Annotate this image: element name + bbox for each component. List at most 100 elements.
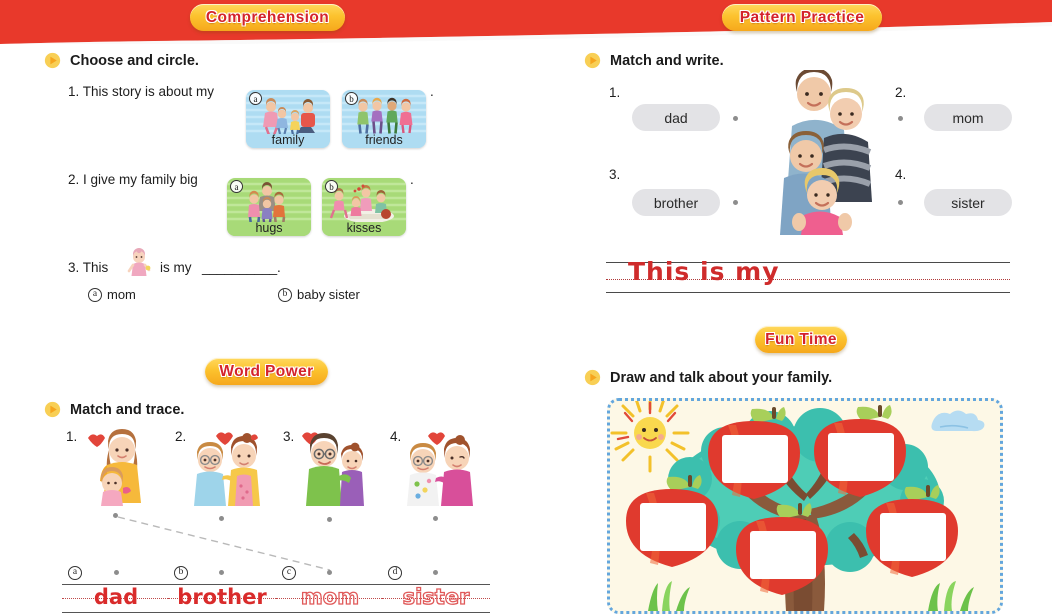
trace-letter-d-glyph: d bbox=[388, 566, 402, 580]
choice-card-kisses[interactable]: b kisses bbox=[322, 178, 406, 236]
banner-word-power-label: Word Power bbox=[219, 362, 314, 380]
choice-badge-a: a bbox=[249, 92, 262, 105]
choice-label-family: family bbox=[271, 133, 305, 147]
choice-badge-b: b bbox=[325, 180, 338, 193]
pp-dot-2[interactable] bbox=[898, 116, 903, 121]
worksheet-page: Comprehension Choose and circle. 1. This… bbox=[0, 0, 1052, 614]
question-2-text: 2. I give my family big bbox=[68, 172, 198, 187]
trace-word-dad: dad bbox=[93, 585, 139, 609]
trace-word-brother: brother bbox=[177, 585, 267, 609]
pp-pill-sister-label: sister bbox=[951, 194, 985, 211]
wp-dot-3[interactable] bbox=[327, 517, 332, 522]
pp-number-3: 3. bbox=[609, 167, 621, 182]
choice-label-hugs: hugs bbox=[255, 221, 283, 235]
choice-card-friends[interactable]: b friends bbox=[342, 90, 426, 148]
wp-number-1: 1. bbox=[66, 429, 78, 444]
instruction-label: Match and trace. bbox=[70, 401, 185, 418]
trace-letter-d: d bbox=[388, 566, 402, 580]
question-3-prompt-start: 3. This bbox=[68, 260, 109, 275]
family-tree-drawing-area[interactable] bbox=[607, 398, 1003, 614]
pp-pill-mom[interactable]: mom bbox=[924, 104, 1012, 131]
option-3b-label: baby sister bbox=[297, 287, 360, 302]
trace-letter-c: c bbox=[282, 566, 296, 580]
wp-illustration-boy-and-mother bbox=[407, 432, 473, 506]
pp-number-2: 2. bbox=[895, 85, 907, 100]
choice-badge-b: b bbox=[345, 92, 358, 105]
pp-pill-mom-label: mom bbox=[952, 109, 984, 126]
pp-dot-4[interactable] bbox=[898, 200, 903, 205]
question-3-period: . bbox=[277, 260, 281, 275]
pp-pill-dad-label: dad bbox=[664, 109, 688, 126]
pp-dot-1[interactable] bbox=[733, 116, 738, 121]
wp-number-4: 4. bbox=[390, 429, 402, 444]
trace-cell-sister[interactable]: sister bbox=[382, 584, 490, 614]
triangle-bullet-icon bbox=[44, 52, 61, 69]
choice-badge-a: a bbox=[230, 180, 243, 193]
banner-pattern-practice-label: Pattern Practice bbox=[739, 8, 865, 26]
pp-pill-sister[interactable]: sister bbox=[924, 189, 1012, 216]
instruction-match-and-trace: Match and trace. bbox=[44, 401, 184, 418]
pp-pill-dad[interactable]: dad bbox=[632, 104, 720, 131]
wp-number-3: 3. bbox=[283, 429, 295, 444]
choice-card-hugs[interactable]: a hugs bbox=[227, 178, 311, 236]
option-3a[interactable]: a mom bbox=[88, 287, 136, 302]
question-1-text: 1. This story is about my bbox=[68, 84, 215, 99]
pp-number-1: 1. bbox=[609, 85, 621, 100]
baby-sister-figure-icon bbox=[127, 248, 151, 276]
instruction-choose-and-circle: Choose and circle. bbox=[44, 52, 199, 69]
option-3a-letter: a bbox=[88, 287, 102, 302]
choice-label-kisses: kisses bbox=[346, 221, 382, 235]
wp-dot-4[interactable] bbox=[433, 516, 438, 521]
choice-card-family[interactable]: a family bbox=[246, 90, 330, 148]
option-3b[interactable]: b baby sister bbox=[278, 287, 360, 302]
trace-letter-c-glyph: c bbox=[282, 566, 296, 580]
banner-comprehension: Comprehension bbox=[190, 4, 345, 31]
pp-number-4: 4. bbox=[895, 167, 907, 182]
pp-pill-brother-label: brother bbox=[653, 194, 699, 211]
trace-dot-c[interactable] bbox=[327, 570, 332, 575]
family-photo bbox=[762, 70, 874, 235]
top-red-band bbox=[0, 0, 1052, 44]
triangle-bullet-icon bbox=[584, 369, 601, 386]
triangle-bullet-icon bbox=[584, 52, 601, 69]
trace-letter-a: a bbox=[68, 566, 82, 580]
handwriting-text: This is my bbox=[628, 257, 780, 286]
apple-tree-illustration bbox=[610, 401, 1000, 611]
trace-letter-b-glyph: b bbox=[174, 566, 188, 580]
handwriting-line-block[interactable]: This is my bbox=[606, 257, 1010, 296]
banner-word-power: Word Power bbox=[205, 358, 328, 385]
pp-pill-brother[interactable]: brother bbox=[632, 189, 720, 216]
trace-cell-dad[interactable]: dad bbox=[62, 584, 170, 614]
question-1-period: . bbox=[430, 84, 434, 99]
instruction-draw-and-talk: Draw and talk about your family. bbox=[584, 369, 832, 386]
option-3b-letter: b bbox=[278, 287, 292, 302]
wp-number-2: 2. bbox=[175, 429, 187, 444]
trace-cell-mom[interactable]: mom bbox=[276, 584, 384, 614]
question-2-period: . bbox=[410, 172, 414, 187]
option-3a-label: mom bbox=[107, 287, 136, 302]
banner-fun-time-label: Fun Time bbox=[765, 330, 837, 348]
wp-illustration-mother-holding-baby bbox=[88, 429, 141, 506]
banner-pattern-practice: Pattern Practice bbox=[722, 4, 882, 31]
choice-label-friends: friends bbox=[365, 133, 403, 147]
pp-dot-3[interactable] bbox=[733, 200, 738, 205]
question-3-prompt-end: is my bbox=[160, 260, 192, 275]
trace-dot-a[interactable] bbox=[114, 570, 119, 575]
trace-word-sister: sister bbox=[402, 584, 470, 609]
trace-dot-b[interactable] bbox=[219, 570, 224, 575]
instruction-label: Match and write. bbox=[610, 52, 724, 69]
wp-illustration-father-holding-girl bbox=[302, 432, 364, 506]
triangle-bullet-icon bbox=[44, 401, 61, 418]
trace-cell-brother[interactable]: brother bbox=[168, 584, 276, 614]
banner-fun-time: Fun Time bbox=[755, 326, 847, 353]
wp-dot-1[interactable] bbox=[113, 513, 118, 518]
question-3-blank[interactable]: __________ bbox=[202, 260, 277, 275]
trace-letter-b: b bbox=[174, 566, 188, 580]
trace-word-mom: mom bbox=[300, 584, 360, 609]
trace-dot-d[interactable] bbox=[433, 570, 438, 575]
trace-letter-a-glyph: a bbox=[68, 566, 82, 580]
instruction-match-and-write: Match and write. bbox=[584, 52, 724, 69]
instruction-label: Choose and circle. bbox=[70, 52, 199, 69]
wp-dot-2[interactable] bbox=[219, 516, 224, 521]
banner-comprehension-label: Comprehension bbox=[205, 8, 330, 26]
